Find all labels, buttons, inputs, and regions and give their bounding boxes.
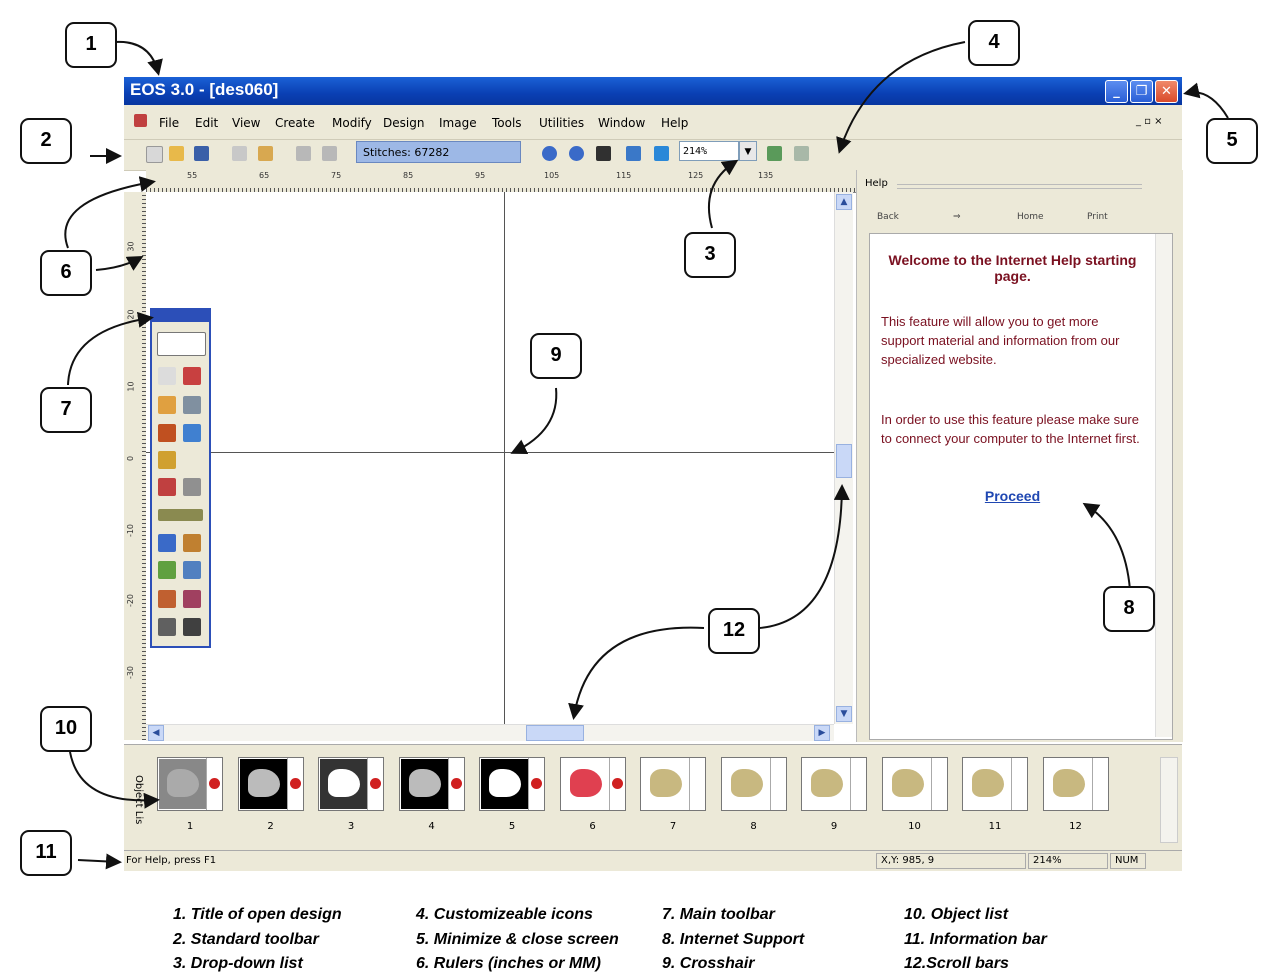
arrow-6 — [64, 176, 156, 249]
legend-item: 11. Information bar — [904, 930, 1047, 948]
arrow-11 — [77, 853, 122, 870]
legend-item: 2. Standard toolbar — [173, 930, 319, 948]
callout-1: 1 — [65, 22, 117, 68]
arrow-5 — [1183, 82, 1229, 119]
arrow-4 — [836, 41, 966, 154]
legend-column-1: 1. Title of open design 2. Standard tool… — [173, 903, 342, 977]
callout-6: 6 — [40, 250, 92, 296]
callout-10: 10 — [40, 706, 92, 752]
callout-2: 2 — [20, 118, 72, 164]
legend-item: 4. Customizeable icons — [416, 906, 593, 923]
callout-5: 5 — [1206, 118, 1258, 164]
arrow-8 — [1082, 502, 1131, 591]
arrow-7 — [67, 311, 154, 386]
callout-arrows — [64, 40, 1229, 870]
callout-3: 3 — [684, 232, 736, 278]
legend-column-4: 10. Object list 11. Information bar 12.S… — [904, 903, 1047, 977]
arrow-9 — [510, 387, 558, 455]
callout-9: 9 — [530, 333, 582, 379]
arrow-12b — [568, 626, 705, 720]
callout-12: 12 — [708, 608, 760, 654]
legend-item: 8. Internet Support — [662, 930, 805, 948]
legend-item: 5. Minimize & close screen — [416, 930, 619, 948]
legend-item: 7. Main toolbar — [662, 906, 775, 923]
callout-4: 4 — [968, 20, 1020, 66]
callout-7: 7 — [40, 387, 92, 433]
arrow-6b — [95, 256, 144, 271]
legend-column-2: 4. Customizeable icons 5. Minimize & clo… — [416, 903, 619, 977]
legend-column-3: 7. Main toolbar 8. Internet Support 9. C… — [662, 903, 804, 977]
arrow-3 — [707, 159, 739, 229]
callout-8: 8 — [1103, 586, 1155, 632]
arrow-12a — [759, 484, 850, 629]
arrow-1 — [114, 40, 163, 76]
legend-item: 1. Title of open design — [173, 906, 342, 923]
legend-item: 10. Object list — [904, 906, 1009, 923]
arrow-10 — [69, 751, 160, 809]
callout-11: 11 — [20, 830, 72, 876]
